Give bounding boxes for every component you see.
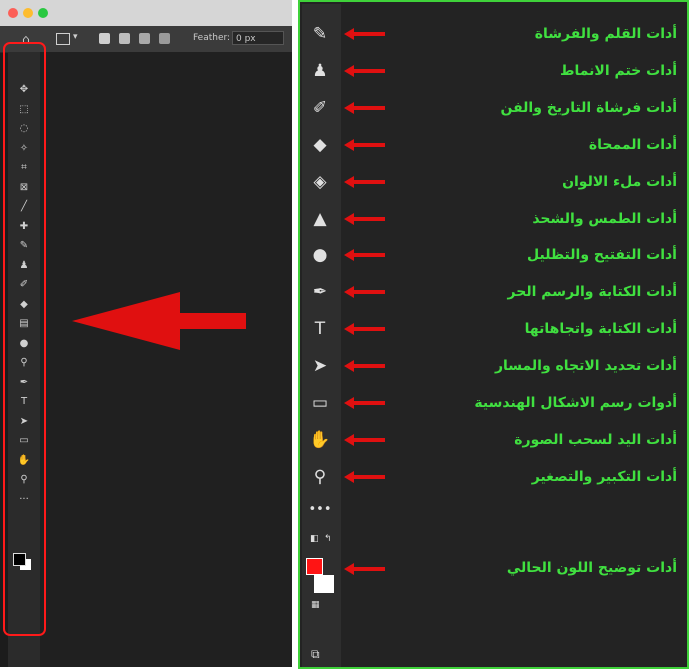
new-selection-mode-icon[interactable] <box>99 33 110 44</box>
arrow-icon <box>344 101 385 114</box>
more-tools-icon[interactable]: ••• <box>308 498 332 522</box>
intersect-selection-mode-icon[interactable] <box>159 33 170 44</box>
canvas-area <box>40 52 292 667</box>
path-select-icon[interactable]: ➤ <box>308 354 332 378</box>
color-tool-label: أدات توضيح اللون الحالي <box>506 560 677 576</box>
arrow-icon <box>344 563 385 575</box>
paint-bucket-icon[interactable]: ◈ <box>308 170 332 194</box>
arrow-icon <box>344 433 385 446</box>
tool-label: أدات فرشاة التاريخ والفن <box>500 99 677 116</box>
foreground-color-swatch-zoomed[interactable] <box>306 558 323 575</box>
close-window-button[interactable] <box>8 8 18 18</box>
arrow-icon <box>344 360 385 373</box>
arrow-icon <box>344 286 385 299</box>
pointer-arrow-icon <box>72 292 246 350</box>
tool-label: أدات الطمس والشحذ <box>532 210 677 227</box>
maximize-window-button[interactable] <box>38 8 48 18</box>
arrow-icon <box>344 249 385 262</box>
brush-icon[interactable]: ✎ <box>308 22 332 46</box>
tool-label: أدوات رسم الاشكال الهندسية <box>474 395 677 411</box>
default-colors-icon[interactable]: ◧ <box>310 534 319 544</box>
screen-mode-icon[interactable]: ⧉ <box>311 647 320 662</box>
right-annotated-panel: ✎ أدات القلم والفرشاة ♟ أدات ختم الانماط ✐ أد… <box>298 0 689 669</box>
arrow-icon <box>344 212 385 225</box>
tool-label: أدات الكتابة واتجاهاتها <box>524 321 677 338</box>
chevron-down-icon[interactable]: ▾ <box>73 32 78 42</box>
arrow-icon <box>344 138 385 151</box>
tool-label: أدات الممحاة <box>588 136 677 153</box>
arrow-icon <box>344 28 385 40</box>
tool-label: أدات الكتابة والرسم الحر <box>507 284 677 301</box>
feather-input[interactable]: 0 px <box>232 31 284 45</box>
blur-icon[interactable]: ▲ <box>308 207 332 231</box>
subtract-selection-mode-icon[interactable] <box>139 33 150 44</box>
arrow-icon <box>344 323 385 336</box>
background-color-swatch-zoomed[interactable] <box>314 575 334 593</box>
zoom-icon[interactable]: ⚲ <box>308 465 332 489</box>
arrow-icon <box>344 64 385 77</box>
history-brush-icon[interactable]: ✐ <box>308 96 332 120</box>
arrow-icon <box>344 470 385 483</box>
arrow-icon <box>344 175 385 188</box>
marquee-preset-icon[interactable] <box>56 33 70 45</box>
type-icon[interactable]: T <box>308 317 332 341</box>
tool-label: أدات التكبير والتصغير <box>531 468 677 485</box>
left-screenshot-panel: ⌂ ▾ Feather: 0 px ✥ ⬚ ◌ ✧ ⌗ ⊠ ╱ ✚ ✎ ♟ ✐ ◆ ▤ ● ⚲ ✒ T ➤ ▭ ✋ ⚲ ·… <box>0 0 292 667</box>
swap-colors-icon[interactable]: ↰ <box>324 534 332 544</box>
rectangle-icon[interactable]: ▭ <box>308 391 332 415</box>
arrow-icon <box>344 397 385 409</box>
stamp-icon[interactable]: ♟ <box>308 59 332 83</box>
pen-icon[interactable]: ✒ <box>308 280 332 304</box>
eraser-icon[interactable]: ◆ <box>308 133 332 157</box>
tool-label: أدات تحديد الاتجاه والمسار <box>494 358 677 375</box>
hand-icon[interactable]: ✋ <box>308 428 332 452</box>
tool-label: أدات ختم الانماط <box>559 62 677 79</box>
minimize-window-button[interactable] <box>23 8 33 18</box>
window-titlebar <box>0 0 292 26</box>
quick-mask-icon[interactable]: ▦ <box>311 600 320 610</box>
tool-label: أدات اليد لسحب الصورة <box>514 431 677 448</box>
dodge-icon[interactable]: ● <box>308 243 332 267</box>
tool-label: أدات ملء الالوان <box>562 173 677 190</box>
toolbar-highlight-frame <box>3 42 46 636</box>
add-selection-mode-icon[interactable] <box>119 33 130 44</box>
feather-label: Feather: <box>193 33 231 43</box>
tool-label: أدات القلم والفرشاة <box>534 26 677 42</box>
tool-label: أدات التفتيح والتظليل <box>526 247 677 264</box>
